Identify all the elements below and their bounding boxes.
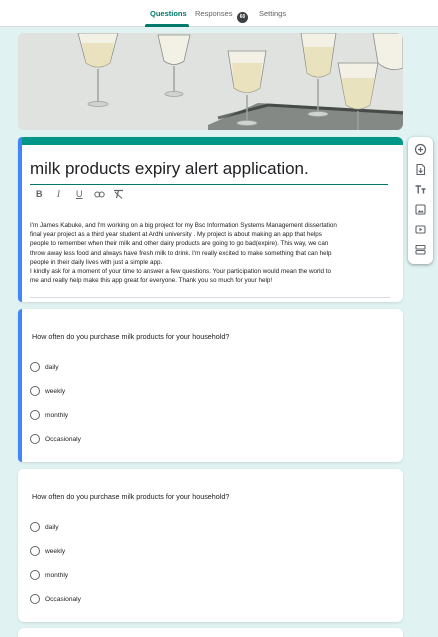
option-label: monthly [45, 572, 69, 579]
radio-button[interactable] [30, 546, 40, 556]
form-header-card: milk products expiry alert application. … [18, 137, 403, 302]
form-description[interactable]: I'm James Kabuke, and I'm working on a b… [30, 221, 390, 285]
option-label: Occasionaly [45, 436, 81, 443]
import-questions-icon[interactable] [414, 163, 427, 176]
option-label: weekly [45, 388, 66, 395]
tab-responses[interactable]: Responses [195, 9, 233, 18]
italic-button[interactable]: I [57, 189, 60, 199]
option-label: weekly [45, 548, 66, 555]
radio-button[interactable] [30, 410, 40, 420]
radio-button[interactable] [30, 386, 40, 396]
clear-format-icon[interactable] [113, 189, 124, 201]
add-title-icon[interactable] [414, 183, 427, 196]
description-underline [30, 297, 390, 298]
description-line: people to remember when their milk and o… [30, 240, 329, 248]
radio-button[interactable] [30, 594, 40, 604]
header-image [18, 33, 403, 130]
radio-button[interactable] [30, 362, 40, 372]
description-line: people in their daily lives with just a … [30, 258, 163, 266]
floating-toolbar [408, 137, 433, 264]
add-video-icon[interactable] [414, 223, 427, 236]
underline-button[interactable]: U [76, 189, 83, 199]
radio-button[interactable] [30, 570, 40, 580]
tab-settings[interactable]: Settings [259, 9, 286, 18]
option-label: daily [45, 364, 59, 371]
question-card[interactable] [18, 628, 403, 637]
responses-count-badge: 60 [237, 12, 248, 23]
description-line: I kindly ask for a moment of your time t… [30, 268, 332, 276]
question-card[interactable]: How often do you purchase milk products … [18, 469, 403, 622]
description-line: I'm James Kabuke, and I'm working on a b… [30, 222, 337, 229]
bold-button[interactable]: B [36, 189, 43, 199]
active-card-indicator [18, 137, 22, 302]
tab-questions[interactable]: Questions [150, 9, 187, 18]
question-card[interactable]: How often do you purchase milk products … [18, 309, 403, 462]
question-title[interactable]: How often do you purchase milk products … [32, 332, 229, 341]
question-title[interactable]: How often do you purchase milk products … [32, 492, 229, 501]
top-tabs-bar: Questions Responses 60 Settings [0, 0, 438, 27]
option-label: daily [45, 524, 59, 531]
add-question-icon[interactable] [414, 143, 427, 156]
description-line: final year project as a third year stude… [30, 231, 322, 239]
add-image-icon[interactable] [414, 203, 427, 216]
form-title-input[interactable]: milk products expiry alert application. [30, 159, 388, 185]
link-icon[interactable] [94, 190, 105, 201]
question-left-accent [18, 309, 22, 462]
active-tab-indicator [145, 24, 189, 27]
radio-button[interactable] [30, 522, 40, 532]
add-section-icon[interactable] [414, 243, 427, 256]
option-label: monthly [45, 412, 69, 419]
radio-button[interactable] [30, 434, 40, 444]
description-line: throw away less food and always have fre… [30, 249, 332, 257]
option-label: Occasionaly [45, 596, 81, 603]
description-line: me and really help make this app great f… [30, 277, 273, 285]
